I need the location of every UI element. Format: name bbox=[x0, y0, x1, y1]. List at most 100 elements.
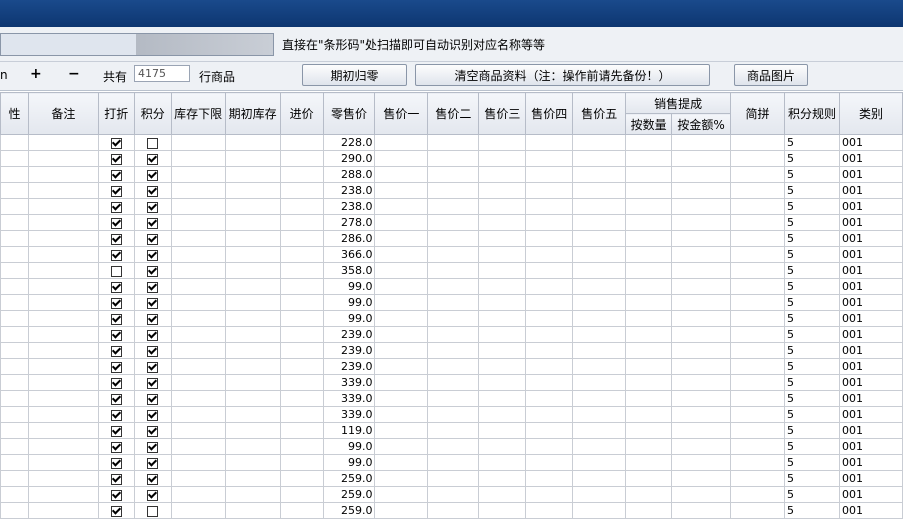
table-cell[interactable] bbox=[572, 390, 627, 407]
table-cell[interactable] bbox=[279, 134, 324, 151]
table-cell[interactable] bbox=[671, 134, 732, 151]
discount-checkbox[interactable] bbox=[110, 441, 122, 453]
table-cell[interactable] bbox=[478, 166, 527, 183]
table-cell[interactable] bbox=[97, 310, 135, 327]
table-cell[interactable]: 5 bbox=[783, 230, 840, 247]
col-by-amt[interactable]: 按金额% bbox=[671, 113, 732, 135]
table-cell[interactable] bbox=[427, 486, 480, 503]
discount-checkbox[interactable] bbox=[110, 473, 122, 485]
table-cell[interactable] bbox=[133, 134, 172, 151]
col-stock-min[interactable]: 库存下限 bbox=[170, 92, 226, 135]
discount-checkbox[interactable] bbox=[110, 329, 122, 341]
table-cell[interactable]: 001 bbox=[838, 198, 903, 215]
table-cell[interactable] bbox=[572, 438, 627, 455]
table-cell[interactable] bbox=[525, 486, 574, 503]
table-cell[interactable] bbox=[730, 134, 785, 151]
table-cell[interactable] bbox=[730, 214, 785, 231]
table-cell[interactable] bbox=[625, 294, 673, 311]
table-row[interactable]: 239.0 5 001 bbox=[0, 342, 903, 359]
table-cell[interactable] bbox=[27, 278, 99, 295]
table-cell[interactable] bbox=[427, 390, 480, 407]
table-cell[interactable] bbox=[525, 262, 574, 279]
table-cell[interactable] bbox=[374, 422, 429, 439]
col-category[interactable]: 类别 bbox=[838, 92, 903, 135]
table-cell[interactable] bbox=[572, 134, 627, 151]
table-cell[interactable] bbox=[478, 326, 527, 343]
table-cell[interactable] bbox=[27, 262, 99, 279]
table-cell[interactable]: 339.0 bbox=[322, 406, 376, 423]
points-checkbox[interactable] bbox=[147, 185, 159, 197]
table-cell[interactable] bbox=[27, 486, 99, 503]
table-cell[interactable] bbox=[374, 134, 429, 151]
table-cell[interactable] bbox=[279, 214, 324, 231]
table-cell[interactable] bbox=[478, 390, 527, 407]
table-cell[interactable]: 001 bbox=[838, 358, 903, 375]
table-cell[interactable] bbox=[170, 150, 226, 167]
product-image-button[interactable]: 商品图片 bbox=[734, 64, 808, 86]
table-cell[interactable] bbox=[478, 422, 527, 439]
table-cell[interactable] bbox=[730, 486, 785, 503]
table-cell[interactable] bbox=[224, 246, 281, 263]
table-cell[interactable] bbox=[224, 454, 281, 471]
table-cell[interactable] bbox=[427, 214, 480, 231]
discount-checkbox[interactable] bbox=[110, 409, 122, 421]
table-cell[interactable]: 5 bbox=[783, 438, 840, 455]
table-cell[interactable] bbox=[625, 246, 673, 263]
table-cell[interactable] bbox=[27, 294, 99, 311]
table-cell[interactable] bbox=[525, 454, 574, 471]
table-cell[interactable] bbox=[97, 390, 135, 407]
table-cell[interactable] bbox=[525, 198, 574, 215]
table-cell[interactable] bbox=[170, 486, 226, 503]
table-cell[interactable] bbox=[279, 374, 324, 391]
table-cell[interactable] bbox=[0, 486, 29, 503]
table-row[interactable]: 366.0 5 001 bbox=[0, 246, 903, 263]
table-cell[interactable] bbox=[525, 278, 574, 295]
discount-checkbox[interactable] bbox=[110, 345, 122, 357]
table-cell[interactable] bbox=[133, 310, 172, 327]
table-cell[interactable] bbox=[572, 454, 627, 471]
table-cell[interactable] bbox=[224, 422, 281, 439]
points-checkbox[interactable] bbox=[147, 313, 159, 325]
table-cell[interactable] bbox=[133, 326, 172, 343]
table-cell[interactable] bbox=[133, 374, 172, 391]
table-cell[interactable]: 001 bbox=[838, 406, 903, 423]
col-pinyin[interactable]: 简拼 bbox=[730, 92, 785, 135]
table-cell[interactable] bbox=[224, 390, 281, 407]
table-cell[interactable] bbox=[671, 422, 732, 439]
table-cell[interactable] bbox=[374, 406, 429, 423]
table-cell[interactable] bbox=[27, 326, 99, 343]
table-cell[interactable] bbox=[170, 214, 226, 231]
points-checkbox[interactable] bbox=[147, 169, 159, 181]
table-cell[interactable] bbox=[170, 326, 226, 343]
col-by-qty[interactable]: 按数量 bbox=[625, 113, 673, 135]
table-cell[interactable]: 001 bbox=[838, 342, 903, 359]
table-row[interactable]: 339.0 5 001 bbox=[0, 390, 903, 407]
table-cell[interactable] bbox=[478, 214, 527, 231]
table-cell[interactable] bbox=[0, 470, 29, 487]
col-discount[interactable]: 打折 bbox=[97, 92, 135, 135]
table-cell[interactable] bbox=[572, 310, 627, 327]
table-cell[interactable] bbox=[374, 374, 429, 391]
table-cell[interactable] bbox=[625, 182, 673, 199]
table-cell[interactable] bbox=[625, 166, 673, 183]
table-cell[interactable] bbox=[427, 294, 480, 311]
table-cell[interactable] bbox=[224, 374, 281, 391]
discount-checkbox[interactable] bbox=[110, 297, 122, 309]
table-cell[interactable] bbox=[97, 422, 135, 439]
table-cell[interactable] bbox=[427, 166, 480, 183]
discount-checkbox[interactable] bbox=[110, 169, 122, 181]
table-cell[interactable] bbox=[0, 454, 29, 471]
table-cell[interactable]: 278.0 bbox=[322, 214, 376, 231]
table-cell[interactable] bbox=[374, 470, 429, 487]
table-cell[interactable] bbox=[170, 342, 226, 359]
table-cell[interactable] bbox=[625, 502, 673, 519]
table-cell[interactable]: 5 bbox=[783, 182, 840, 199]
table-cell[interactable]: 99.0 bbox=[322, 310, 376, 327]
table-cell[interactable]: 001 bbox=[838, 486, 903, 503]
col-attr[interactable]: 性 bbox=[0, 92, 29, 135]
table-cell[interactable]: 001 bbox=[838, 374, 903, 391]
table-cell[interactable] bbox=[525, 390, 574, 407]
table-cell[interactable]: 001 bbox=[838, 278, 903, 295]
discount-checkbox[interactable] bbox=[110, 505, 122, 517]
table-row[interactable]: 99.0 5 001 bbox=[0, 294, 903, 311]
